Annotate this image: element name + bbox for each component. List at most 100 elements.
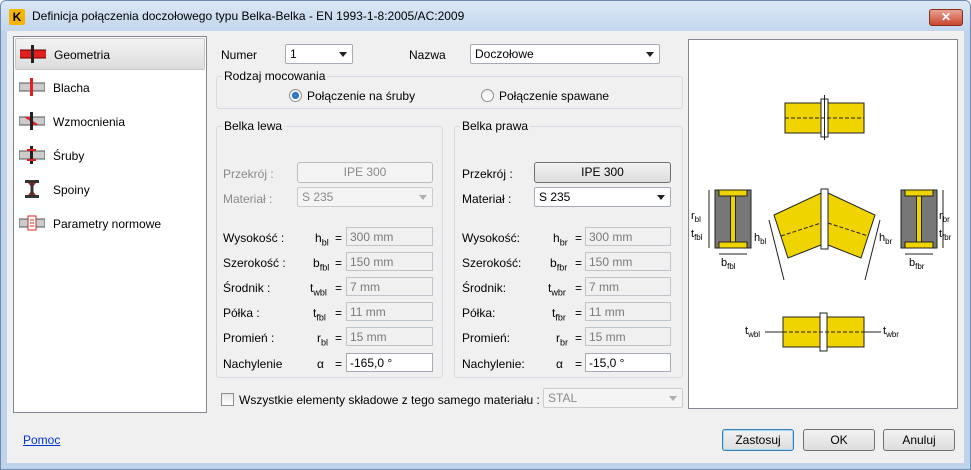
- welded-radio[interactable]: [481, 89, 494, 102]
- right-height-symbol: hbr: [553, 231, 568, 248]
- center-elevation-beams: [768, 188, 881, 281]
- left-i-section: [708, 189, 752, 255]
- right-radius-field[interactable]: 15 mm: [585, 327, 671, 346]
- left-angle-symbol: α: [317, 357, 324, 371]
- equals-sign: =: [335, 231, 343, 245]
- nazwa-value: Doczołowe: [475, 47, 534, 61]
- cancel-button[interactable]: Anuluj: [883, 429, 955, 451]
- bolts-icon: [19, 146, 45, 164]
- left-height-field[interactable]: 300 mm: [346, 227, 433, 246]
- bottom-view-beams: [765, 312, 881, 352]
- plate-icon: [19, 78, 45, 96]
- window-title: Definicja połączenia doczołowego typu Be…: [32, 9, 465, 23]
- label-twbl: twbl: [745, 325, 760, 339]
- right-width-label: Szerokość:: [462, 256, 522, 270]
- right-flange-symbol: tfbr: [552, 306, 566, 323]
- close-button[interactable]: ✕: [929, 9, 963, 26]
- label-hbr: hbr: [879, 232, 893, 246]
- left-beam-title: Belka lewa: [222, 119, 285, 133]
- mounting-type-label: Rodzaj mocowania: [222, 69, 328, 83]
- sidebar-item-spoiny[interactable]: Spoiny: [15, 174, 205, 206]
- right-width-symbol: bfbr: [550, 256, 568, 273]
- left-flange-label: Półka :: [223, 306, 260, 320]
- left-flange-field[interactable]: 11 mm: [346, 302, 433, 321]
- help-link[interactable]: Pomoc: [23, 433, 60, 447]
- left-web-label: Środnik :: [223, 281, 271, 295]
- left-angle-field[interactable]: -165,0 °: [346, 353, 433, 372]
- equals-sign: =: [575, 281, 583, 295]
- right-angle-field[interactable]: -15,0 °: [585, 353, 671, 372]
- sidebar-item-wzmocnienia[interactable]: Wzmocnienia: [15, 106, 205, 138]
- numer-label: Numer: [221, 48, 258, 62]
- left-radius-field[interactable]: 15 mm: [346, 327, 433, 346]
- dialog-client: Geometria Blacha Wzmocnienia Śruby Spoin…: [7, 31, 964, 463]
- left-section-button[interactable]: IPE 300: [297, 162, 433, 183]
- right-radius-label: Promień:: [462, 331, 511, 345]
- left-material-value: S 235: [302, 190, 334, 204]
- right-height-label: Wysokość:: [462, 231, 520, 245]
- right-web-field[interactable]: 7 mm: [585, 277, 671, 296]
- label-hbl: hbl: [754, 232, 767, 246]
- chevron-down-icon: [657, 195, 665, 200]
- equals-sign: =: [335, 306, 343, 320]
- left-flange-symbol: tfbl: [313, 306, 326, 323]
- apply-button[interactable]: Zastosuj: [722, 429, 794, 451]
- welds-icon: [25, 180, 39, 198]
- chevron-down-icon: [646, 52, 654, 57]
- left-material-label: Materiał :: [223, 192, 273, 206]
- bolted-label: Połączenie na śruby: [307, 89, 416, 103]
- chevron-down-icon: [339, 52, 347, 57]
- left-web-field[interactable]: 7 mm: [346, 277, 433, 296]
- left-radius-label: Promień :: [223, 331, 275, 345]
- left-radius-symbol: rbl: [317, 331, 329, 348]
- same-material-value: STAL: [548, 391, 578, 405]
- left-height-label: Wysokość :: [223, 231, 285, 245]
- stiffener-icon: [19, 112, 45, 130]
- nazwa-label: Nazwa: [409, 48, 446, 62]
- sidebar-item-blacha[interactable]: Blacha: [15, 72, 205, 104]
- right-material-combo[interactable]: S 235: [534, 187, 671, 207]
- equals-sign: =: [335, 281, 343, 295]
- label-tfbr: tfbr: [939, 228, 952, 242]
- equals-sign: =: [335, 357, 343, 371]
- sidebar: Geometria Blacha Wzmocnienia Śruby Spoin…: [13, 36, 207, 413]
- same-material-checkbox[interactable]: [221, 393, 234, 406]
- sidebar-item-parametry-normowe[interactable]: Parametry normowe: [15, 208, 205, 240]
- right-flange-field[interactable]: 11 mm: [585, 302, 671, 321]
- same-material-combo[interactable]: STAL: [543, 388, 683, 408]
- right-section-button[interactable]: IPE 300: [534, 162, 671, 183]
- sidebar-item-label: Śruby: [53, 149, 85, 163]
- left-web-symbol: twbl: [310, 281, 327, 298]
- label-tfbl: tfbl: [691, 228, 703, 242]
- connection-preview: rbl tfbl hbl hbr rbr tfbr bfbl bfbr twbl…: [688, 39, 958, 409]
- right-height-field[interactable]: 300 mm: [585, 227, 671, 246]
- label-rbr: rbr: [939, 210, 950, 224]
- label-twbr: twbr: [883, 325, 899, 339]
- right-material-label: Materiał :: [462, 192, 512, 206]
- right-web-symbol: twbr: [548, 281, 566, 298]
- sidebar-item-sruby[interactable]: Śruby: [15, 140, 205, 172]
- left-material-combo[interactable]: S 235: [297, 187, 433, 207]
- code-parameters-icon: [19, 215, 45, 231]
- right-radius-symbol: rbr: [556, 331, 569, 348]
- label-rbl: rbl: [691, 210, 701, 224]
- ok-button[interactable]: OK: [803, 429, 875, 451]
- numer-value: 1: [290, 47, 297, 61]
- equals-sign: =: [575, 306, 583, 320]
- right-angle-label: Nachylenie:: [462, 357, 525, 371]
- numer-combo[interactable]: 1: [285, 44, 353, 64]
- left-width-field[interactable]: 150 mm: [346, 252, 433, 271]
- sidebar-item-label: Geometria: [54, 48, 111, 62]
- same-material-label: Wszystkie elementy składowe z tego sameg…: [239, 393, 540, 407]
- nazwa-combo[interactable]: Doczołowe: [470, 44, 660, 64]
- sidebar-item-geometria[interactable]: Geometria: [15, 38, 205, 70]
- dialog-window: K Definicja połączenia doczołowego typu …: [0, 0, 971, 470]
- bolted-radio[interactable]: [289, 89, 302, 102]
- equals-sign: =: [575, 231, 583, 245]
- right-width-field[interactable]: 150 mm: [585, 252, 671, 271]
- right-flange-label: Półka:: [462, 306, 496, 320]
- sidebar-item-label: Blacha: [53, 81, 90, 95]
- left-section-label: Przekrój :: [223, 167, 274, 181]
- title-bar: K Definicja połączenia doczołowego typu …: [1, 1, 970, 31]
- chevron-down-icon: [669, 396, 677, 401]
